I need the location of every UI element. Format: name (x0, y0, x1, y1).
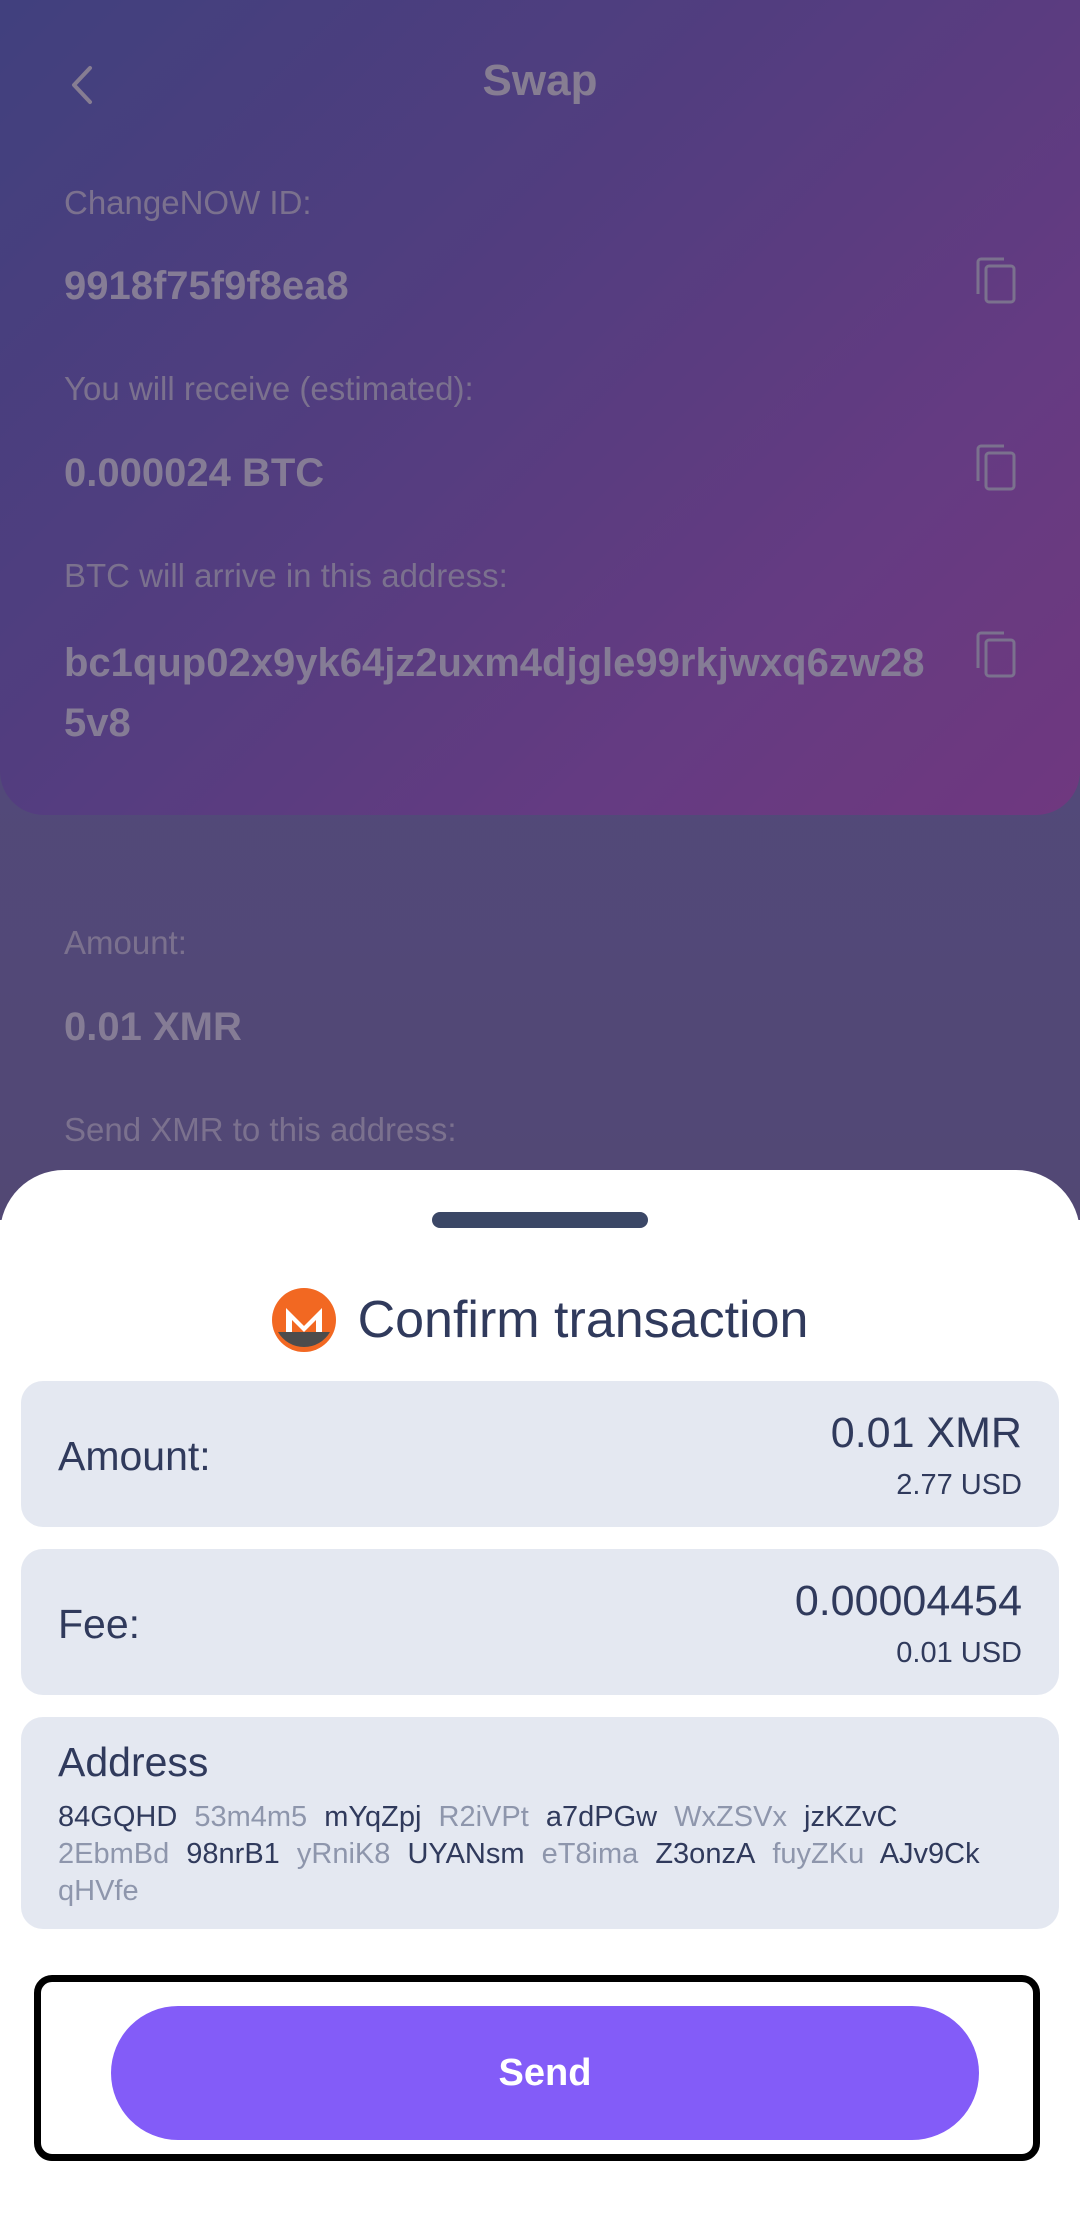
amount-card-label: Amount: (58, 1433, 211, 1479)
address-label: Address (58, 1739, 209, 1785)
address-chunk: a7dPGw (545, 1801, 658, 1833)
address-chunk: 53m4m5 (194, 1801, 308, 1833)
address-value: 84GQHD 53m4m5 mYqZpj R2iVPt a7dPGw WxZSV… (58, 1799, 1018, 1910)
modal-scrim[interactable] (0, 0, 1080, 1220)
address-chunk: 84GQHD (58, 1801, 178, 1833)
fee-card-value: 0.00004454 (794, 1577, 1022, 1625)
address-chunk: mYqZpj (324, 1801, 422, 1833)
monero-icon (271, 1288, 336, 1352)
address-chunk: jzKZvC (804, 1801, 898, 1833)
fee-card: Fee: 0.00004454 0.01 USD (21, 1549, 1059, 1695)
amount-card-fiat: 2.77 USD (896, 1469, 1022, 1501)
address-chunk: fuyZKu (772, 1838, 865, 1870)
address-chunk: AJv9Ck (879, 1838, 980, 1870)
amount-card-value: 0.01 XMR (830, 1409, 1022, 1457)
address-chunk: R2iVPt (438, 1801, 529, 1833)
address-chunk: qHVfe (58, 1875, 139, 1907)
address-chunk: UYANsm (407, 1838, 525, 1870)
address-chunk: WxZSVx (674, 1801, 787, 1833)
address-chunk: Z3onzA (655, 1838, 756, 1870)
send-button[interactable]: Send (111, 2006, 979, 2140)
amount-card: Amount: 0.01 XMR 2.77 USD (21, 1381, 1059, 1527)
sheet-title: Confirm transaction (357, 1291, 809, 1349)
drag-handle[interactable] (432, 1212, 648, 1228)
address-chunk: 2EbmBd (58, 1838, 170, 1870)
send-button-highlight: Send (34, 1975, 1040, 2161)
address-card: Address 84GQHD 53m4m5 mYqZpj R2iVPt a7dP… (21, 1717, 1059, 1929)
address-chunk: eT8ima (541, 1838, 639, 1870)
address-chunk: yRniK8 (296, 1838, 391, 1870)
fee-card-label: Fee: (58, 1601, 141, 1647)
address-chunk: 98nrB1 (186, 1838, 280, 1870)
fee-card-fiat: 0.01 USD (896, 1637, 1022, 1669)
sheet-header: Confirm transaction (0, 1280, 1080, 1360)
